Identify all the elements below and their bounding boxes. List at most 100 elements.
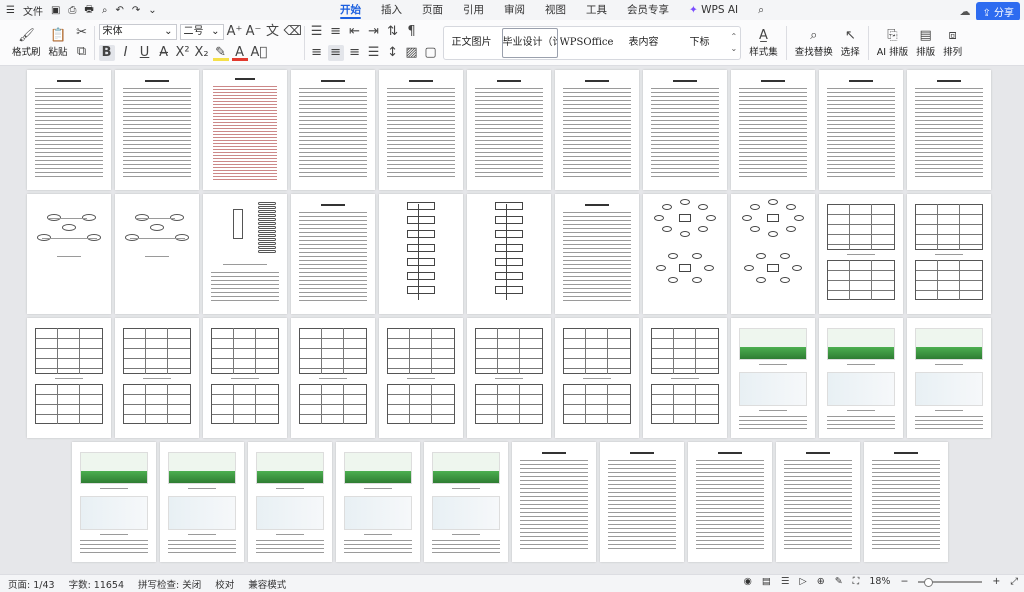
eye-icon[interactable]: ◉	[744, 576, 752, 587]
word-count[interactable]: 字数: 11654	[69, 577, 124, 591]
page-thumbnail[interactable]	[203, 70, 287, 190]
page-thumbnail[interactable]	[379, 194, 463, 314]
page-thumbnail[interactable]	[731, 70, 815, 190]
page-thumbnail[interactable]	[643, 70, 727, 190]
page-thumbnail[interactable]	[424, 442, 508, 562]
page-thumbnail[interactable]	[291, 194, 375, 314]
align-left-icon[interactable]: ≡	[309, 45, 325, 61]
page-thumbnail[interactable]	[27, 70, 111, 190]
border-icon[interactable]: ▢	[423, 45, 439, 61]
style-item[interactable]: WPSOffice 手	[560, 27, 616, 59]
page-thumbnail[interactable]	[291, 70, 375, 190]
page-thumbnail[interactable]	[907, 70, 991, 190]
page-thumbnail[interactable]	[731, 194, 815, 314]
page-thumbnail[interactable]	[115, 194, 199, 314]
bullet-list-icon[interactable]: ☰	[309, 24, 325, 40]
fit-icon[interactable]: ⛶	[853, 576, 860, 587]
font-size-select[interactable]: 二号 ⌄	[179, 24, 224, 40]
superscript-icon[interactable]: X²	[175, 45, 191, 61]
select-button[interactable]: ↖ 选择	[837, 28, 864, 58]
page-thumbnail[interactable]	[27, 194, 111, 314]
page-thumbnail[interactable]	[512, 442, 596, 562]
page-thumbnail[interactable]	[467, 70, 551, 190]
tab-member[interactable]: 会员专享	[617, 0, 679, 20]
page-thumbnail[interactable]	[555, 70, 639, 190]
ai-layout-button[interactable]: ⎘ AI 排版	[873, 28, 912, 58]
page-thumbnail[interactable]	[248, 442, 332, 562]
pen-icon[interactable]: ✎	[835, 576, 843, 587]
tab-home[interactable]: 开始	[330, 0, 371, 20]
zoom-slider[interactable]	[918, 577, 983, 587]
document-canvas[interactable]	[0, 66, 1024, 574]
page-thumbnail[interactable]	[379, 70, 463, 190]
font-color-icon[interactable]: A	[231, 45, 248, 61]
page-thumbnail[interactable]	[291, 318, 375, 438]
gallery-down-icon[interactable]: ⌄	[731, 44, 738, 53]
clear-format-icon[interactable]: ⌫	[284, 24, 302, 40]
arrange-button[interactable]: ⧈ 排列	[939, 28, 966, 58]
style-item[interactable]: 正文图片	[444, 27, 500, 59]
copy-icon[interactable]: ⧉	[74, 44, 90, 60]
phonetic-icon[interactable]: 文	[265, 24, 281, 40]
font-name-select[interactable]: 宋体 ⌄	[98, 24, 177, 40]
page-thumbnail[interactable]	[115, 318, 199, 438]
page-thumbnail[interactable]	[379, 318, 463, 438]
tab-view[interactable]: 视图	[535, 0, 576, 20]
page-thumbnail[interactable]	[203, 194, 287, 314]
style-item[interactable]: 下标	[672, 27, 728, 59]
gallery-up-icon[interactable]: ⌃	[731, 32, 738, 41]
undo-icon[interactable]: ↶	[115, 5, 123, 16]
page-thumbnail[interactable]	[776, 442, 860, 562]
page-thumbnail[interactable]	[467, 318, 551, 438]
page-thumbnail[interactable]	[819, 194, 903, 314]
style-item[interactable]: 毕业设计（论	[501, 27, 558, 58]
play-icon[interactable]: ▷	[799, 576, 806, 587]
format-painter-button[interactable]: 🖌 格式刷	[8, 28, 45, 58]
justify-icon[interactable]: ☰	[366, 45, 382, 61]
shading-icon[interactable]: ▨	[404, 45, 420, 61]
decrease-indent-icon[interactable]: ⇤	[347, 24, 363, 40]
web-view-icon[interactable]: ⊕	[817, 576, 825, 587]
style-set-button[interactable]: A̲ 样式集	[745, 28, 782, 58]
numbered-list-icon[interactable]: ≡	[328, 24, 344, 40]
page-thumbnail[interactable]	[643, 194, 727, 314]
print-icon[interactable]: 🖶	[84, 2, 93, 19]
zoom-in-icon[interactable]: +	[992, 576, 1000, 587]
cut-icon[interactable]: ✂	[74, 25, 90, 41]
subscript-icon[interactable]: X₂	[194, 45, 210, 61]
paste-button[interactable]: 📋 粘贴	[45, 28, 72, 58]
page-thumbnail[interactable]	[115, 70, 199, 190]
page-thumbnail[interactable]	[643, 318, 727, 438]
page-thumbnail[interactable]	[819, 318, 903, 438]
page-thumbnail[interactable]	[336, 442, 420, 562]
line-spacing-icon[interactable]: ↕	[385, 45, 401, 61]
outline-view-icon[interactable]: ☰	[781, 576, 790, 587]
page-thumbnail[interactable]	[467, 194, 551, 314]
increase-indent-icon[interactable]: ⇥	[366, 24, 382, 40]
page-thumbnail[interactable]	[72, 442, 156, 562]
tab-insert[interactable]: 插入	[371, 0, 412, 20]
page-view-icon[interactable]: ▤	[762, 576, 771, 587]
tab-references[interactable]: 引用	[453, 0, 494, 20]
page-thumbnail[interactable]	[555, 194, 639, 314]
layout-button[interactable]: ▤ 排版	[912, 28, 939, 58]
page-thumbnail[interactable]	[160, 442, 244, 562]
tab-page[interactable]: 页面	[412, 0, 453, 20]
page-thumbnail[interactable]	[731, 318, 815, 438]
cloud-icon[interactable]: ☁	[959, 5, 970, 18]
align-right-icon[interactable]: ≡	[347, 45, 363, 61]
page-thumbnail[interactable]	[907, 194, 991, 314]
page-thumbnail[interactable]	[600, 442, 684, 562]
align-center-icon[interactable]: ≡	[327, 45, 344, 61]
page-thumbnail[interactable]	[27, 318, 111, 438]
italic-icon[interactable]: I	[118, 45, 134, 61]
page-thumbnail[interactable]	[907, 318, 991, 438]
strikethrough-icon[interactable]: A̶	[156, 45, 172, 61]
more-icon[interactable]: ⌄	[148, 5, 156, 16]
page-thumbnail[interactable]	[688, 442, 772, 562]
tab-wps-ai[interactable]: ✦ WPS AI	[679, 0, 748, 20]
highlight-icon[interactable]: ✎	[212, 45, 229, 61]
spell-check[interactable]: 拼写检查: 关闭	[138, 577, 201, 591]
grow-font-icon[interactable]: A⁺	[227, 24, 243, 40]
zoom-level[interactable]: 18%	[869, 576, 890, 587]
